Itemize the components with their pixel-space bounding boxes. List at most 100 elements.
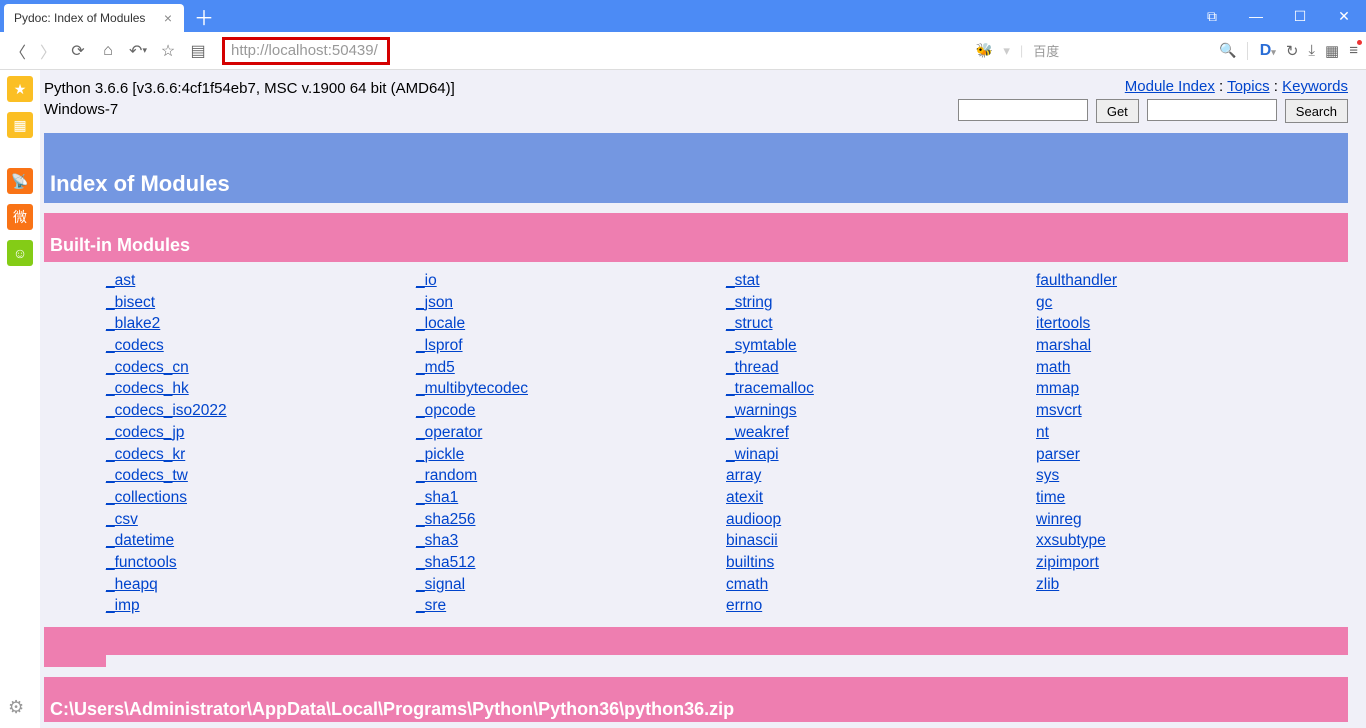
- undo-button[interactable]: ↶▾: [128, 41, 148, 61]
- module-link[interactable]: _symtable: [726, 335, 1036, 357]
- module-link[interactable]: builtins: [726, 552, 1036, 574]
- url-bar-highlight: [222, 37, 390, 65]
- reader-mode-icon[interactable]: ▤: [188, 41, 208, 61]
- module-link[interactable]: _codecs_cn: [106, 357, 416, 379]
- module-link[interactable]: _codecs_kr: [106, 444, 416, 466]
- module-link[interactable]: faulthandler: [1036, 270, 1346, 292]
- module-link[interactable]: _blake2: [106, 313, 416, 335]
- favorite-star-icon[interactable]: ☆: [158, 41, 178, 61]
- module-link[interactable]: _codecs_hk: [106, 378, 416, 400]
- new-tab-button[interactable]: ＋: [192, 4, 216, 28]
- d-icon[interactable]: D▾: [1247, 42, 1276, 60]
- module-link[interactable]: _heapq: [106, 574, 416, 596]
- module-link[interactable]: mmap: [1036, 378, 1346, 400]
- module-link[interactable]: _winapi: [726, 444, 1036, 466]
- sync-icon[interactable]: ↻: [1286, 42, 1299, 60]
- module-link[interactable]: _stat: [726, 270, 1036, 292]
- keywords-link[interactable]: Keywords: [1282, 78, 1348, 95]
- module-link[interactable]: _functools: [106, 552, 416, 574]
- module-link[interactable]: _sre: [416, 595, 726, 617]
- weibo-icon[interactable]: 微: [7, 204, 33, 230]
- module-link[interactable]: _weakref: [726, 422, 1036, 444]
- module-link[interactable]: _datetime: [106, 530, 416, 552]
- module-link[interactable]: _warnings: [726, 400, 1036, 422]
- forward-button[interactable]: 〉: [38, 39, 58, 63]
- module-link[interactable]: zipimport: [1036, 552, 1346, 574]
- module-link[interactable]: xxsubtype: [1036, 530, 1346, 552]
- module-link[interactable]: _locale: [416, 313, 726, 335]
- module-link[interactable]: _json: [416, 292, 726, 314]
- get-input[interactable]: [958, 99, 1088, 121]
- module-link[interactable]: _io: [416, 270, 726, 292]
- home-button[interactable]: ⌂: [98, 42, 118, 60]
- module-link[interactable]: _thread: [726, 357, 1036, 379]
- module-link[interactable]: _multibytecodec: [416, 378, 726, 400]
- module-link[interactable]: sys: [1036, 465, 1346, 487]
- module-link[interactable]: _md5: [416, 357, 726, 379]
- module-link[interactable]: _operator: [416, 422, 726, 444]
- module-link[interactable]: _tracemalloc: [726, 378, 1036, 400]
- favorites-icon[interactable]: ★: [7, 76, 33, 102]
- module-link[interactable]: _sha3: [416, 530, 726, 552]
- chat-icon[interactable]: ☺: [7, 240, 33, 266]
- module-link[interactable]: _bisect: [106, 292, 416, 314]
- settings-gear-icon[interactable]: ⚙: [8, 697, 24, 718]
- get-button[interactable]: [1096, 99, 1139, 123]
- module-link[interactable]: _csv: [106, 509, 416, 531]
- panel-icon[interactable]: ⧉: [1190, 0, 1234, 32]
- module-link[interactable]: _signal: [416, 574, 726, 596]
- back-button[interactable]: 〈: [8, 39, 28, 63]
- module-link[interactable]: parser: [1036, 444, 1346, 466]
- search-icon[interactable]: 🔍: [1219, 42, 1236, 59]
- search-input[interactable]: [1147, 99, 1277, 121]
- module-link[interactable]: binascii: [726, 530, 1036, 552]
- menu-icon[interactable]: ≡: [1349, 42, 1358, 59]
- module-link[interactable]: audioop: [726, 509, 1036, 531]
- module-link[interactable]: _opcode: [416, 400, 726, 422]
- module-link[interactable]: errno: [726, 595, 1036, 617]
- module-link[interactable]: _struct: [726, 313, 1036, 335]
- module-link[interactable]: _codecs_tw: [106, 465, 416, 487]
- extension-icon[interactable]: 🐝: [976, 42, 993, 59]
- search-button[interactable]: [1285, 99, 1348, 123]
- reload-button[interactable]: ⟳: [68, 41, 88, 61]
- close-tab-icon[interactable]: ×: [164, 10, 172, 26]
- module-link[interactable]: array: [726, 465, 1036, 487]
- topics-link[interactable]: Topics: [1227, 78, 1270, 95]
- module-link[interactable]: _codecs_jp: [106, 422, 416, 444]
- module-link[interactable]: gc: [1036, 292, 1346, 314]
- browser-tab[interactable]: Pydoc: Index of Modules ×: [4, 4, 184, 32]
- module-index-link[interactable]: Module Index: [1125, 78, 1215, 95]
- module-link[interactable]: _ast: [106, 270, 416, 292]
- search-provider-label[interactable]: 百度: [1033, 41, 1059, 60]
- rss-icon[interactable]: 📡: [7, 168, 33, 194]
- close-window-icon[interactable]: ✕: [1322, 0, 1366, 32]
- module-link[interactable]: zlib: [1036, 574, 1346, 596]
- url-input[interactable]: [231, 42, 381, 59]
- module-link[interactable]: itertools: [1036, 313, 1346, 335]
- apps-grid-icon[interactable]: ▦: [1325, 42, 1339, 60]
- module-link[interactable]: winreg: [1036, 509, 1346, 531]
- notes-icon[interactable]: ▦: [7, 112, 33, 138]
- module-link[interactable]: msvcrt: [1036, 400, 1346, 422]
- module-link[interactable]: nt: [1036, 422, 1346, 444]
- minimize-icon[interactable]: —: [1234, 0, 1278, 32]
- module-link[interactable]: time: [1036, 487, 1346, 509]
- module-link[interactable]: _codecs_iso2022: [106, 400, 416, 422]
- maximize-icon[interactable]: ☐: [1278, 0, 1322, 32]
- module-link[interactable]: cmath: [726, 574, 1036, 596]
- module-link[interactable]: _imp: [106, 595, 416, 617]
- module-link[interactable]: _sha512: [416, 552, 726, 574]
- module-link[interactable]: _sha256: [416, 509, 726, 531]
- module-link[interactable]: _collections: [106, 487, 416, 509]
- module-link[interactable]: _pickle: [416, 444, 726, 466]
- module-link[interactable]: _lsprof: [416, 335, 726, 357]
- module-link[interactable]: _string: [726, 292, 1036, 314]
- module-link[interactable]: _codecs: [106, 335, 416, 357]
- download-icon[interactable]: ⤓: [1308, 42, 1315, 59]
- module-link[interactable]: atexit: [726, 487, 1036, 509]
- module-link[interactable]: marshal: [1036, 335, 1346, 357]
- module-link[interactable]: math: [1036, 357, 1346, 379]
- module-link[interactable]: _random: [416, 465, 726, 487]
- module-link[interactable]: _sha1: [416, 487, 726, 509]
